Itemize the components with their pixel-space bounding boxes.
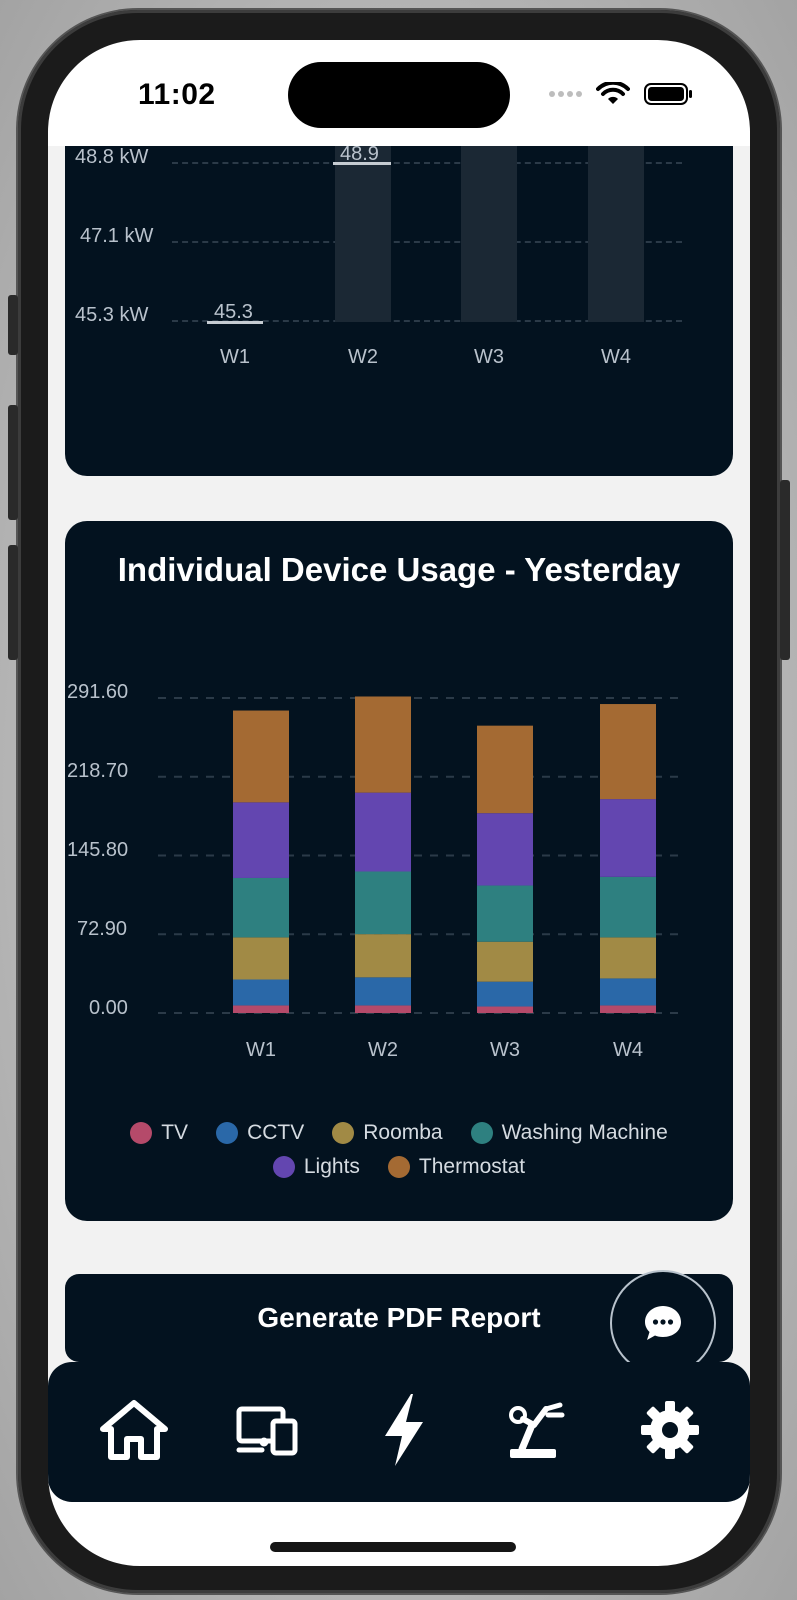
bar-segment-lights-w3[interactable] [477,813,533,886]
bar-segment-washing-machine-w4[interactable] [600,876,656,938]
legend-swatch [130,1122,153,1144]
tab-home[interactable] [94,1390,174,1470]
action-button [8,295,18,355]
bar-segment-cctv-w4[interactable] [600,978,656,1006]
chat-bubble-icon [645,1306,681,1340]
bar-w4 [588,146,644,322]
bottom-tab-bar [48,1362,750,1502]
weekly-power-chart-card: 48.8 kW 47.1 kW 45.3 kW 45.3 48.9 W1 W2 … [65,146,733,476]
legend-swatch [272,1156,295,1178]
legend-item-lights[interactable]: Lights [272,1155,360,1179]
legend-item-roomba[interactable]: Roomba [332,1121,443,1145]
bar-w3 [461,146,517,322]
legend-swatch [216,1122,239,1144]
bar-segment-thermostat-w3[interactable] [477,725,533,814]
x-tick-label: W2 [368,1039,398,1061]
home-indicator[interactable] [270,1542,516,1552]
app-screen: 11:02 48.8 kW 47.1 kW 45.3 kW 45.3 48.9 … [48,40,750,1566]
status-icons [549,82,694,106]
chat-button[interactable] [610,1270,716,1376]
bar-segment-cctv-w1[interactable] [233,979,289,1006]
data-label: 48.9 [340,146,379,165]
chart-legend: TV CCTV Roomba Washing Machine Lights Th… [65,1121,733,1189]
legend-item-thermostat[interactable]: Thermostat [387,1155,526,1179]
bar-segment-tv-w3[interactable] [477,1006,533,1013]
legend-swatch [470,1122,493,1144]
dynamic-island [288,62,510,128]
battery-icon [644,83,692,105]
bar-segment-lights-w2[interactable] [355,792,411,872]
robot-arm-icon [509,1402,565,1458]
device-usage-chart-card: Individual Device Usage - Yesterday 291.… [65,521,733,1221]
legend-item-tv[interactable]: TV [130,1121,188,1145]
tab-devices[interactable] [228,1390,308,1470]
volume-down-button [8,545,18,660]
x-tick-label: W1 [246,1039,276,1061]
bar-segment-tv-w4[interactable] [600,1005,656,1013]
scroll-content[interactable]: 48.8 kW 47.1 kW 45.3 kW 45.3 48.9 W1 W2 … [48,146,750,1386]
legend-label: CCTV [247,1121,305,1144]
tab-automation[interactable] [496,1390,576,1470]
devices-icon [236,1406,298,1456]
power-button [780,480,790,660]
bar-segment-thermostat-w4[interactable] [600,704,656,800]
bar-segment-washing-machine-w3[interactable] [477,885,533,942]
legend-item-washing-machine[interactable]: Washing Machine [470,1121,668,1145]
bar-segment-cctv-w3[interactable] [477,981,533,1007]
energy-icon [385,1394,423,1466]
x-tick-label: W2 [348,346,378,368]
x-tick-label: W1 [220,346,250,368]
y-tick-label: 48.8 kW [75,146,149,168]
wifi-icon [596,82,630,104]
legend-label: Thermostat [418,1155,526,1178]
bar-segment-washing-machine-w2[interactable] [355,871,411,935]
settings-icon [641,1401,699,1459]
bar-segment-roomba-w2[interactable] [355,934,411,978]
legend-label: Roomba [363,1121,443,1144]
bar-segment-roomba-w1[interactable] [233,937,289,980]
volume-up-button [8,405,18,520]
bar-segment-lights-w1[interactable] [233,802,289,878]
legend-label: TV [161,1121,189,1144]
x-tick-label: W3 [490,1039,520,1061]
tab-energy[interactable] [364,1390,444,1470]
y-tick-label: 47.1 kW [80,225,154,247]
home-icon [100,1400,168,1460]
signal-icon [549,91,582,97]
bar-segment-cctv-w2[interactable] [355,977,411,1006]
bar-w2 [335,146,391,322]
bar-segment-tv-w2[interactable] [355,1005,411,1013]
stacked-bar-plot [158,696,682,1014]
legend-label: Washing Machine [501,1121,668,1144]
bar-segment-roomba-w3[interactable] [477,941,533,982]
legend-swatch [332,1122,355,1144]
bar-segment-washing-machine-w1[interactable] [233,877,289,938]
tab-settings[interactable] [630,1390,710,1470]
bar-segment-tv-w1[interactable] [233,1005,289,1013]
bar-segment-thermostat-w1[interactable] [233,710,289,803]
legend-item-cctv[interactable]: CCTV [216,1121,304,1145]
data-label: 45.3 [214,301,253,323]
x-tick-label: W3 [474,346,504,368]
legend-swatch [387,1156,410,1178]
bar-segment-lights-w4[interactable] [600,799,656,877]
y-tick-label: 45.3 kW [75,304,149,326]
x-tick-label: W4 [613,1039,643,1061]
status-time: 11:02 [138,78,216,111]
x-tick-label: W4 [601,346,631,368]
legend-label: Lights [303,1155,360,1178]
bar-segment-thermostat-w2[interactable] [355,696,411,793]
bar-segment-roomba-w4[interactable] [600,937,656,979]
